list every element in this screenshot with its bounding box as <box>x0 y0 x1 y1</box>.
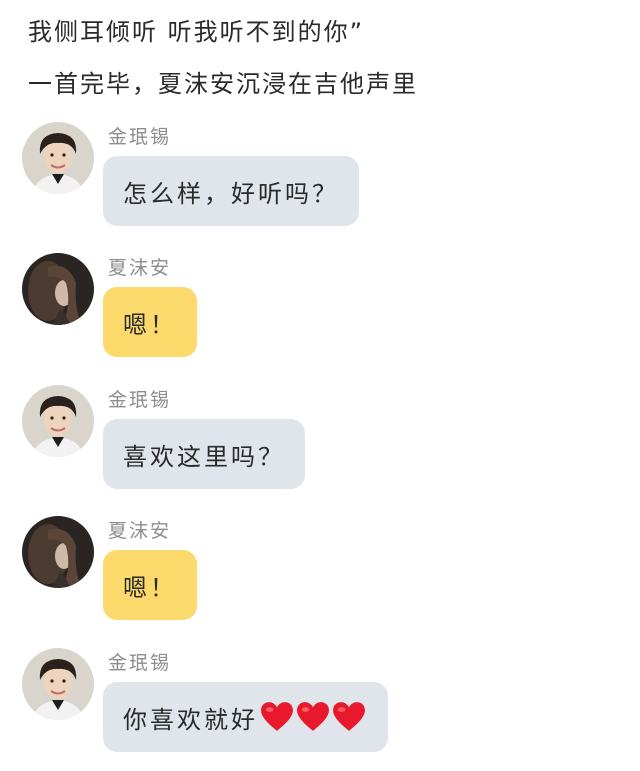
female-avatar[interactable] <box>22 516 94 588</box>
sender-name: 金珉锡 <box>108 389 172 411</box>
female-avatar[interactable] <box>22 253 94 325</box>
narration-line-2: 一首完毕，夏沫安沉浸在吉他声里 <box>28 70 418 98</box>
chat-message: 金珉锡 怎么样，好听吗？ <box>22 122 622 252</box>
chat-message: 夏沫安 嗯！ <box>22 253 622 383</box>
chat-message: 夏沫安 嗯！ <box>22 516 622 646</box>
chat-message: 金珉锡 喜欢这里吗？ <box>22 385 622 515</box>
chat-page: 我侧耳倾听 听我听不到的你” 一首完毕，夏沫安沉浸在吉他声里 金珉锡 怎么样，好… <box>0 0 640 771</box>
red-heart-icon <box>261 702 293 731</box>
message-bubble[interactable]: 嗯！ <box>103 550 197 620</box>
sender-name: 夏沫安 <box>108 520 172 542</box>
male-avatar[interactable] <box>22 122 94 194</box>
message-bubble[interactable]: 怎么样，好听吗？ <box>103 156 359 226</box>
message-text: 嗯！ <box>123 310 177 339</box>
chat-message: 金珉锡 你喜欢就好 <box>22 648 622 771</box>
red-heart-icon <box>333 702 365 731</box>
heart-emoji-group <box>260 701 368 733</box>
male-avatar[interactable] <box>22 385 94 457</box>
sender-name: 金珉锡 <box>108 652 172 674</box>
message-text: 怎么样，好听吗？ <box>123 179 339 208</box>
message-bubble[interactable]: 嗯！ <box>103 287 197 357</box>
message-text: 你喜欢就好 <box>123 705 258 734</box>
message-text: 嗯！ <box>123 573 177 602</box>
message-text: 喜欢这里吗？ <box>123 442 285 471</box>
message-bubble[interactable]: 喜欢这里吗？ <box>103 419 305 489</box>
message-bubble[interactable]: 你喜欢就好 <box>103 682 388 752</box>
sender-name: 夏沫安 <box>108 257 172 279</box>
narration-line-1: 我侧耳倾听 听我听不到的你” <box>28 18 365 46</box>
male-avatar[interactable] <box>22 648 94 720</box>
sender-name: 金珉锡 <box>108 126 172 148</box>
red-heart-icon <box>297 702 329 731</box>
